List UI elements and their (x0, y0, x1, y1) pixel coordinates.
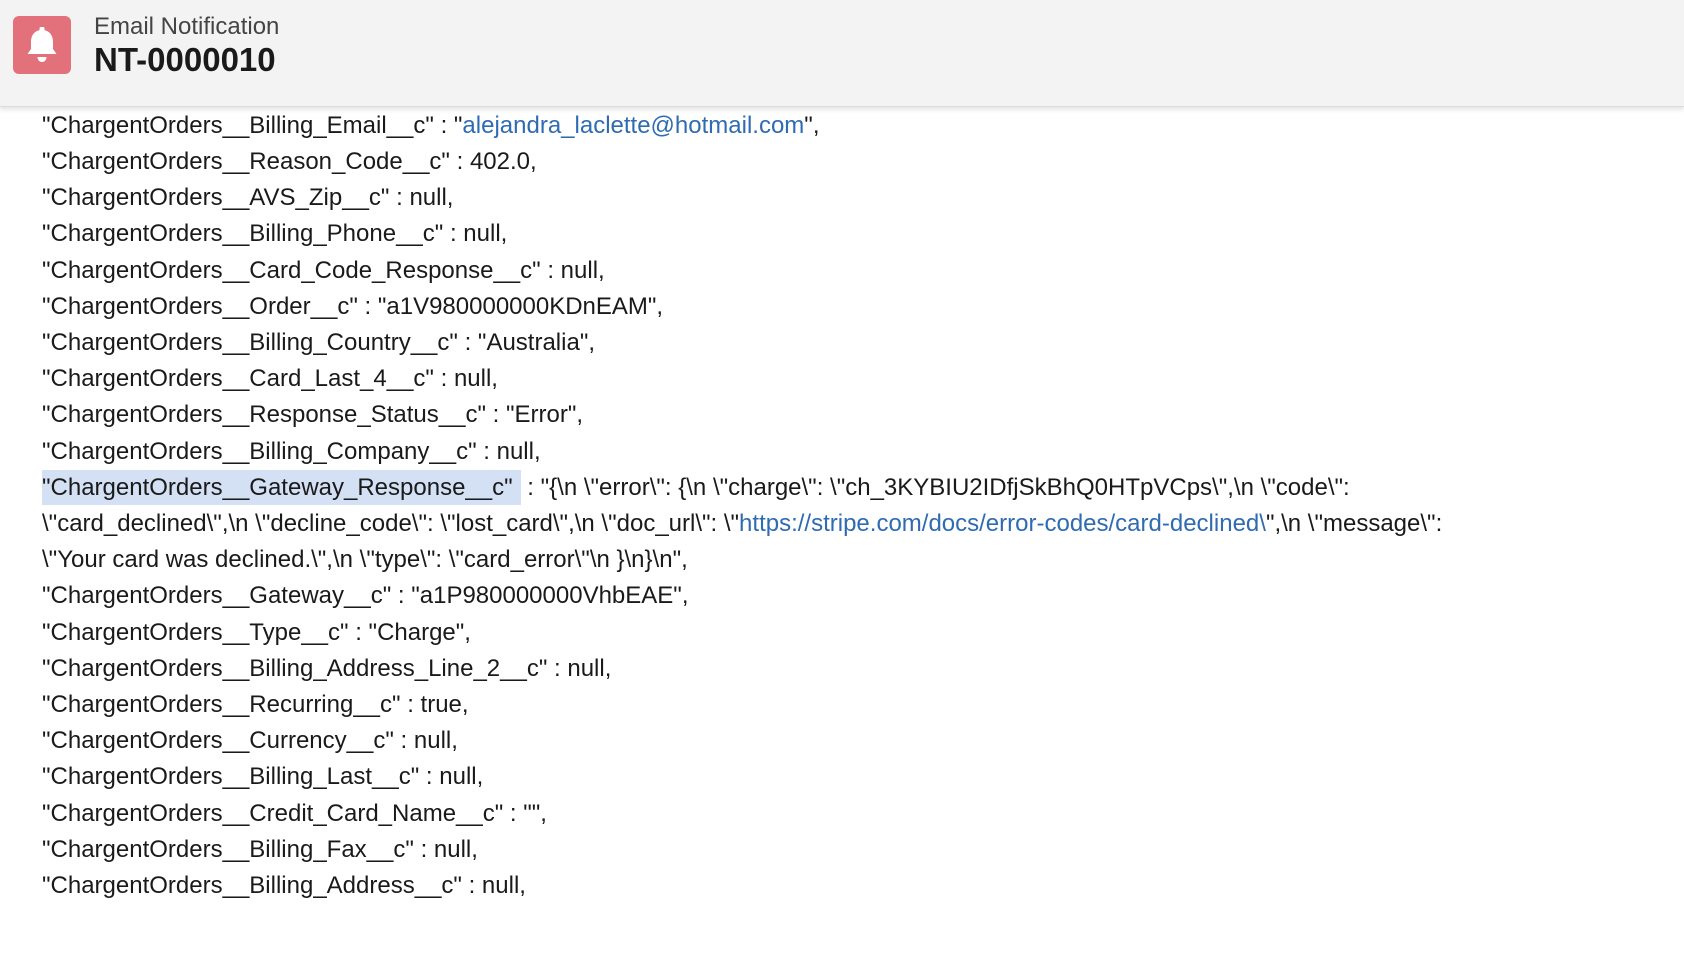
body-line: "ChargentOrders__Card_Last_4__c" : null, (42, 365, 498, 392)
body-line: "ChargentOrders__Billing_Address_Line_2_… (42, 655, 612, 682)
body-line: "ChargentOrders__Billing_Address__c" : n… (42, 872, 526, 899)
body-line: "ChargentOrders__Response_Status__c" : "… (42, 401, 584, 428)
email-link[interactable]: alejandra_laclette@hotmail.com (462, 112, 804, 139)
body-line: "ChargentOrders__Credit_Card_Name__c" : … (42, 800, 547, 827)
body-line: "ChargentOrders__Currency__c" : null, (42, 727, 458, 754)
line-text: \"card_declined\",\n \"decline_code\": \… (42, 510, 740, 537)
body-line: "ChargentOrders__Recurring__c" : true, (42, 691, 469, 718)
body-line: \"card_declined\",\n \"decline_code\": \… (42, 504, 1442, 543)
body-line: "ChargentOrders__Gateway_Response__c" : … (42, 468, 1350, 507)
line-text: ",\n \"message\": (1265, 510, 1443, 537)
body-line: "ChargentOrders__Billing_Email__c" : "al… (42, 106, 819, 145)
object-type-label: Email Notification (94, 13, 280, 40)
line-text: "ChargentOrders__Billing_Email__c" : " (42, 112, 463, 139)
body-line: "ChargentOrders__Order__c" : "a1V9800000… (42, 293, 664, 320)
doc-url-link[interactable]: https://stripe.com/docs/error-codes/card… (739, 510, 1266, 537)
record-name: NT-0000010 (94, 41, 276, 78)
body-line: "ChargentOrders__Billing_Last__c" : null… (42, 763, 484, 790)
body-line: "ChargentOrders__Billing_Phone__c" : nul… (42, 220, 508, 247)
body-line: "ChargentOrders__Gateway__c" : "a1P98000… (42, 582, 689, 609)
body-line: "ChargentOrders__Type__c" : "Charge", (42, 619, 471, 646)
body-line: "ChargentOrders__Billing_Fax__c" : null, (42, 836, 478, 863)
notification-body: "ChargentOrders__Billing_Email__c" : "al… (42, 106, 1662, 966)
body-line: "ChargentOrders__AVS_Zip__c" : null, (42, 184, 454, 211)
body-line: "ChargentOrders__Billing_Company__c" : n… (42, 438, 541, 465)
bell-icon (13, 16, 71, 74)
body-line: "ChargentOrders__Billing_Country__c" : "… (42, 329, 596, 356)
body-line: "ChargentOrders__Reason_Code__c" : 402.0… (42, 148, 537, 175)
line-text: ", (804, 112, 820, 139)
record-header: Email Notification NT-0000010 (0, 0, 1684, 107)
selected-text: "ChargentOrders__Gateway_Response__c" (42, 470, 521, 505)
body-line: \"Your card was declined.\",\n \"type\":… (42, 546, 688, 573)
body-line: "ChargentOrders__Card_Code_Response__c" … (42, 257, 605, 284)
line-text: : "{\n \"error\": {\n \"charge\": \"ch_3… (520, 474, 1350, 501)
